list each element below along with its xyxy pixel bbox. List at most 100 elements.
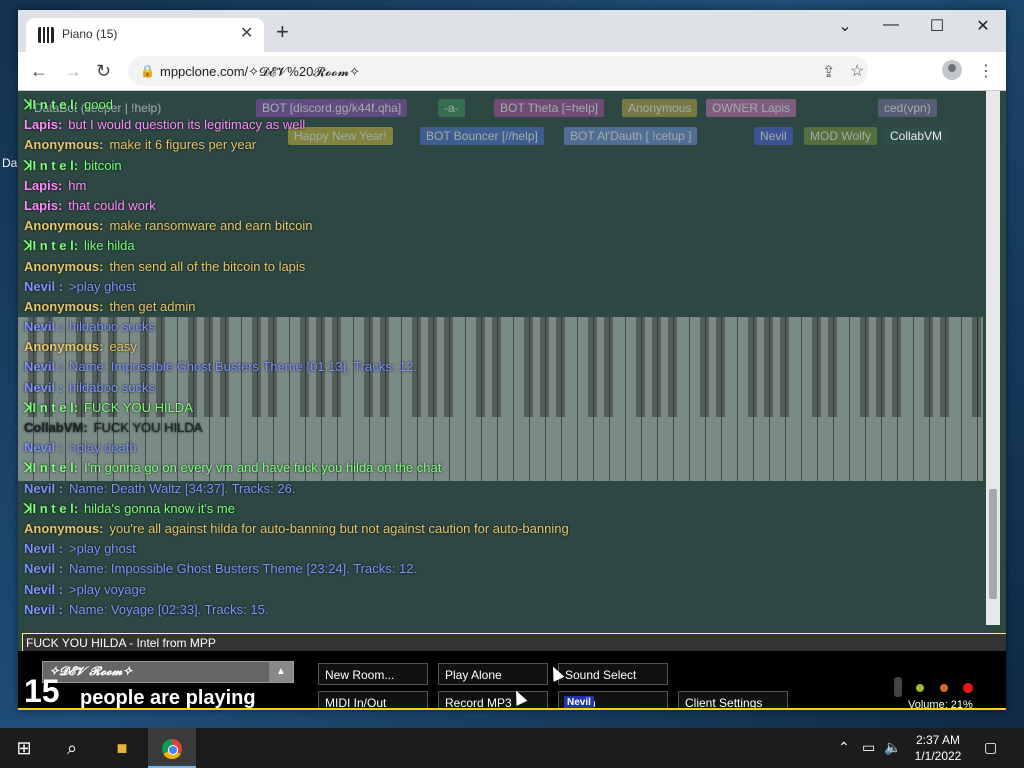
chat-username: Nevil : [24, 480, 64, 496]
volume-muted-icon[interactable]: 🔈 [884, 739, 901, 756]
share-icon[interactable]: ⇪ [822, 62, 835, 82]
chat-text: make ransomware and earn bitcoin [109, 218, 313, 234]
chat-text: bitcoin [84, 157, 122, 173]
chat-text: hilda's gonna know it's me [84, 500, 235, 516]
windows-start-icon[interactable]: ⊞ [0, 728, 48, 768]
chat-message: Nevil : >play ghost [24, 539, 984, 559]
chat-text: hildaboo sucks [69, 379, 156, 395]
chat-text: then get admin [109, 298, 196, 314]
chat-message: Anonymous: you're all against hilda for a… [24, 519, 984, 539]
chat-username: Anonymous: [24, 520, 104, 536]
clock-date: 1/1/2022 [914, 749, 962, 763]
chat-text: >play ghost [69, 541, 136, 557]
chat-message: ꓘI n t e l: bitcoin [24, 156, 984, 176]
chat-message: Anonymous: then get admin [24, 297, 984, 317]
chat-text: I'm gonna go on every vm and have fuck y… [84, 460, 442, 476]
clock-time: 2:37 AM [915, 733, 961, 747]
people-label: people are playing [80, 687, 256, 709]
close-tab-icon[interactable]: ✕ [240, 25, 253, 43]
maximize-button[interactable]: ☐ [922, 16, 952, 36]
chat-username: Nevil : [24, 581, 64, 597]
notifications-icon[interactable]: ▢ [984, 739, 997, 756]
chat-message: Nevil : Name: Impossible Ghost Busters Th… [24, 559, 984, 579]
back-arrow-icon[interactable]: ← [30, 61, 48, 81]
clock[interactable]: 2:37 AM 1/1/2022 [900, 732, 976, 764]
reload-icon[interactable]: ↻ [96, 61, 111, 81]
status-light-red [963, 683, 973, 693]
chat-username: ꓘI n t e l: [24, 399, 79, 415]
chat-username: ꓘI n t e l: [24, 97, 79, 112]
chat-text: >play voyage [69, 581, 146, 597]
chat-message: Anonymous: easy [24, 337, 984, 357]
chat-username: Lapis: [24, 117, 63, 133]
chat-input[interactable]: FUCK YOU HILDA - Intel from MPP [22, 633, 1006, 653]
menu-kebab-icon[interactable]: ⋮ [978, 61, 994, 81]
chat-username: Nevil : [24, 379, 64, 395]
chrome-icon[interactable] [148, 728, 196, 768]
room-select[interactable]: ✧𝓓𝓔𝓥 𝓡𝓸𝓸𝓶✧ ▲ [42, 661, 294, 683]
bookmark-star-icon[interactable]: ☆ [850, 61, 864, 81]
chat-text: easy [109, 339, 137, 355]
chat-username: Lapis: [24, 177, 63, 193]
chat-message: Nevil : Name: Voyage [02:33]. Tracks: 15. [24, 600, 984, 620]
lock-icon[interactable]: 🔒 [140, 64, 155, 78]
chat-text: Name: Voyage [02:33]. Tracks: 15. [69, 601, 269, 617]
chat-message: Nevil : hildaboo sucks [24, 378, 984, 398]
chat-username: Anonymous: [24, 298, 104, 314]
chat-username: Nevil : [24, 561, 64, 577]
chat-username: Nevil : [24, 601, 64, 617]
chat-message: Lapis: that could work [24, 196, 984, 216]
minimize-button[interactable]: — [876, 16, 906, 34]
chat-message: Anonymous: make it 6 figures per year [24, 135, 984, 155]
chat-text: Name: Impossible Ghost Busters Theme [01… [69, 359, 418, 375]
search-icon[interactable]: ⌕ [48, 728, 96, 768]
chat-message: Nevil : >play voyage [24, 580, 984, 600]
chat-message: Nevil : hildaboo sucks [24, 317, 984, 337]
tab-piano[interactable]: Piano (15) ✕ [26, 18, 264, 52]
chat-username: Nevil : [24, 359, 64, 375]
chat-message: Nevil : Name: Impossible Ghost Busters Th… [24, 357, 984, 377]
profile-avatar-icon[interactable] [942, 60, 962, 80]
chat-message: Nevil : >play death [24, 438, 984, 458]
chat-text: good [84, 97, 113, 112]
close-window-button[interactable]: ✕ [968, 16, 998, 36]
chat-text: Name: Death Waltz [34:37]. Tracks: 26. [69, 480, 296, 496]
network-icon[interactable]: ▭ [862, 739, 875, 756]
browser-window: Piano (15) ✕ + ⌄ — ☐ ✕ ← → ↻ 🔒 mppclone.… [18, 10, 1006, 710]
chat-message: CollabVM: FUCK YOU HILDA [24, 418, 984, 438]
chat-message: ꓘI n t e l: like hilda [24, 236, 984, 256]
new-tab-button[interactable]: + [276, 21, 289, 43]
url-text[interactable]: mppclone.com/✧𝓓𝓔𝓥%20𝓡𝓸𝓸𝓶✧ [160, 64, 360, 80]
tab-title: Piano (15) [62, 27, 118, 41]
chat-username: Nevil : [24, 541, 64, 557]
chat-text: that could work [68, 197, 156, 213]
chat-text: FUCK YOU HILDA [93, 420, 203, 435]
sound-select-button[interactable]: Sound Select [558, 663, 668, 685]
chat-username: CollabVM: [24, 420, 88, 435]
expand-rooms-icon[interactable]: ▲ [269, 662, 293, 682]
address-bar[interactable]: 🔒 mppclone.com/✧𝓓𝓔𝓥%20𝓡𝓸𝓸𝓶✧ ⇪ ☆ [128, 56, 868, 86]
chat-username: Anonymous: [24, 258, 104, 274]
chat-text: like hilda [84, 238, 135, 254]
chat-username: ꓘI n t e l: [24, 500, 79, 516]
tray-chevron-icon[interactable]: ⌃ [838, 739, 850, 756]
forward-arrow-icon[interactable]: → [64, 61, 82, 81]
control-bar: ✧𝓓𝓔𝓥 𝓡𝓸𝓸𝓶✧ ▲ 15 people are playing New R… [18, 651, 1006, 710]
chat-username: Nevil : [24, 319, 64, 335]
scrollbar-thumb[interactable] [989, 489, 997, 599]
play-alone-button[interactable]: Play Alone [438, 663, 548, 685]
chat-message: ꓘI n t e l: hilda's gonna know it's me [24, 499, 984, 519]
tab-search-icon[interactable]: ⌄ [830, 16, 860, 36]
chat-text: make it 6 figures per year [109, 137, 257, 153]
desktop-icon-label[interactable]: Da [2, 156, 17, 170]
chat-username: Anonymous: [24, 137, 104, 153]
new-room-button[interactable]: New Room... [318, 663, 428, 685]
piano-page: DataBot (keeper | !help) BOT [discord.gg… [18, 91, 1006, 710]
chat-message: Lapis: hm [24, 176, 984, 196]
file-explorer-icon[interactable]: ■ [98, 728, 146, 768]
chat-scrollbar[interactable] [986, 91, 1000, 625]
volume-knob[interactable] [894, 677, 902, 697]
chat-message: ꓘI n t e l: good [24, 95, 984, 115]
chat-username: ꓘI n t e l: [24, 157, 79, 173]
chat-log: ꓘI n t e l: good Lapis: but I would questio… [24, 95, 984, 620]
